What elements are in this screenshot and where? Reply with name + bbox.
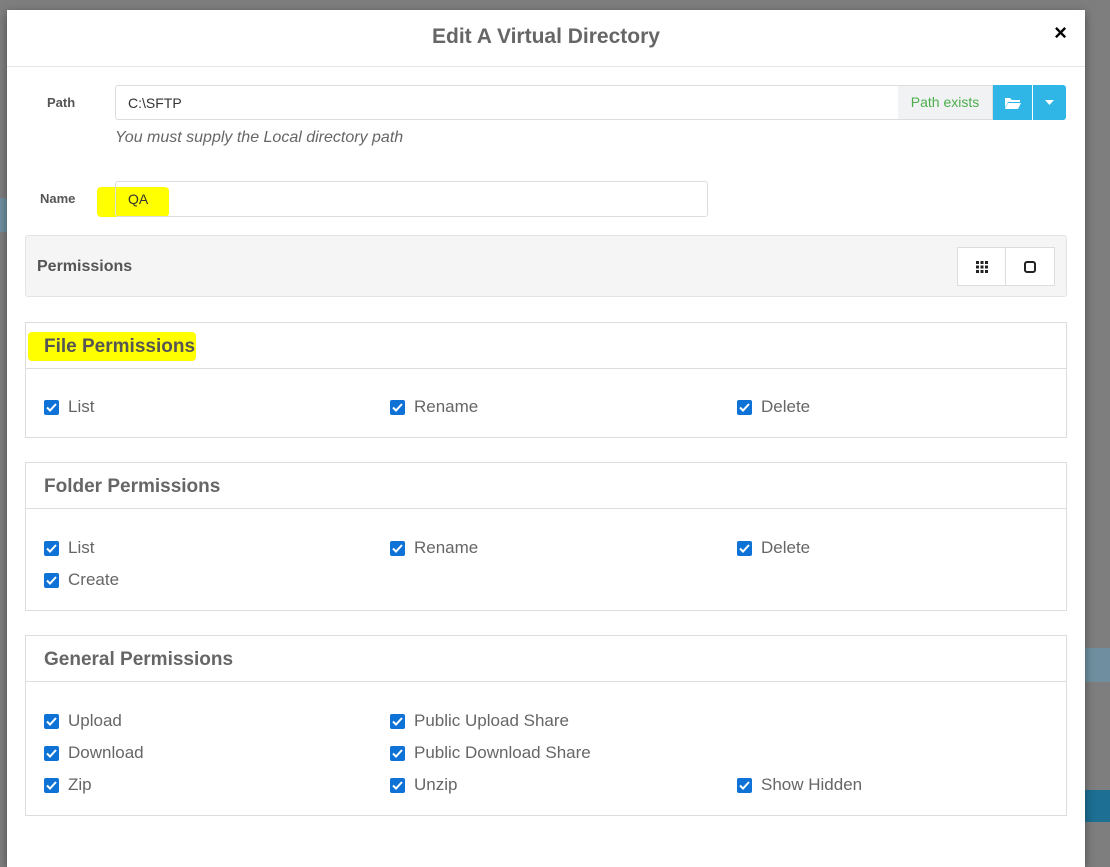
edit-virtual-directory-modal: Edit A Virtual Directory × Path Path exi… — [7, 10, 1085, 867]
folder-open-icon — [1004, 97, 1021, 109]
folder-permissions-title: Folder Permissions — [44, 476, 221, 497]
checkbox-checked-icon — [737, 777, 752, 793]
general-permissions-panel: General Permissions Upload Public Upload… — [25, 635, 1067, 816]
folder-delete-checkbox[interactable]: Delete — [737, 538, 810, 558]
checkbox-label: Delete — [761, 397, 811, 416]
name-input[interactable] — [115, 181, 708, 217]
square-icon — [1024, 260, 1036, 273]
permissions-toggle-group — [957, 247, 1055, 286]
checkbox-checked-icon — [390, 713, 405, 729]
checkbox-checked-icon — [44, 745, 59, 761]
background-button — [1085, 790, 1110, 822]
close-button[interactable]: × — [1054, 22, 1067, 44]
folder-create-checkbox[interactable]: Create — [44, 570, 119, 590]
caret-down-icon — [1045, 100, 1054, 105]
show-hidden-checkbox[interactable]: Show Hidden — [737, 775, 862, 795]
file-delete-checkbox[interactable]: Delete — [737, 397, 810, 417]
folder-permissions-header: Folder Permissions — [26, 463, 1066, 509]
checkbox-checked-icon — [737, 399, 752, 415]
public-upload-share-checkbox[interactable]: Public Upload Share — [390, 711, 569, 731]
checkbox-label: Delete — [761, 538, 811, 557]
checkbox-checked-icon — [44, 713, 59, 729]
permissions-bar: Permissions — [25, 235, 1067, 297]
public-download-share-checkbox[interactable]: Public Download Share — [390, 743, 591, 763]
folder-list-checkbox[interactable]: List — [44, 538, 94, 558]
path-status-badge: Path exists — [898, 85, 993, 120]
background-row — [1085, 648, 1110, 682]
checkbox-checked-icon — [44, 399, 59, 415]
file-permissions-title: File Permissions — [44, 336, 196, 357]
file-list-checkbox[interactable]: List — [44, 397, 94, 417]
zip-checkbox[interactable]: Zip — [44, 775, 92, 795]
download-checkbox[interactable]: Download — [44, 743, 144, 763]
checkbox-checked-icon — [44, 540, 59, 556]
checkbox-label: Rename — [414, 538, 479, 557]
path-options-dropdown[interactable] — [1033, 85, 1066, 120]
checkbox-label: List — [68, 397, 95, 416]
grid-icon — [975, 260, 988, 273]
checkbox-checked-icon — [390, 399, 405, 415]
deselect-all-button[interactable] — [1006, 247, 1055, 286]
checkbox-label: List — [68, 538, 95, 557]
checkbox-checked-icon — [737, 540, 752, 556]
select-all-button[interactable] — [957, 247, 1006, 286]
folder-permissions-panel: Folder Permissions List Rename Delete Cr… — [25, 462, 1067, 611]
background-row — [0, 198, 7, 232]
folder-rename-checkbox[interactable]: Rename — [390, 538, 478, 558]
checkbox-label: Download — [68, 743, 144, 762]
checkbox-checked-icon — [44, 572, 59, 588]
path-label: Path — [47, 95, 76, 110]
checkbox-label: Rename — [414, 397, 479, 416]
checkbox-checked-icon — [44, 777, 59, 793]
unzip-checkbox[interactable]: Unzip — [390, 775, 457, 795]
path-input[interactable] — [115, 85, 899, 120]
file-permissions-panel: File Permissions List Rename Delete — [25, 322, 1067, 438]
file-rename-checkbox[interactable]: Rename — [390, 397, 478, 417]
upload-checkbox[interactable]: Upload — [44, 711, 122, 731]
browse-folder-button[interactable] — [993, 85, 1032, 120]
checkbox-label: Unzip — [414, 775, 458, 794]
checkbox-label: Upload — [68, 711, 122, 730]
general-permissions-header: General Permissions — [26, 636, 1066, 682]
checkbox-label: Public Upload Share — [414, 711, 569, 730]
checkbox-checked-icon — [390, 745, 405, 761]
permissions-title: Permissions — [37, 258, 133, 275]
checkbox-label: Show Hidden — [761, 775, 863, 794]
checkbox-checked-icon — [390, 777, 405, 793]
checkbox-checked-icon — [390, 540, 405, 556]
checkbox-label: Create — [68, 570, 120, 589]
file-permissions-header: File Permissions — [26, 323, 1066, 369]
name-label: Name — [40, 191, 76, 206]
path-help-text: You must supply the Local directory path — [115, 129, 404, 146]
modal-title: Edit A Virtual Directory — [432, 25, 660, 48]
general-permissions-title: General Permissions — [44, 649, 234, 670]
modal-header: Edit A Virtual Directory × — [7, 10, 1085, 67]
checkbox-label: Public Download Share — [414, 743, 591, 762]
checkbox-label: Zip — [68, 775, 92, 794]
